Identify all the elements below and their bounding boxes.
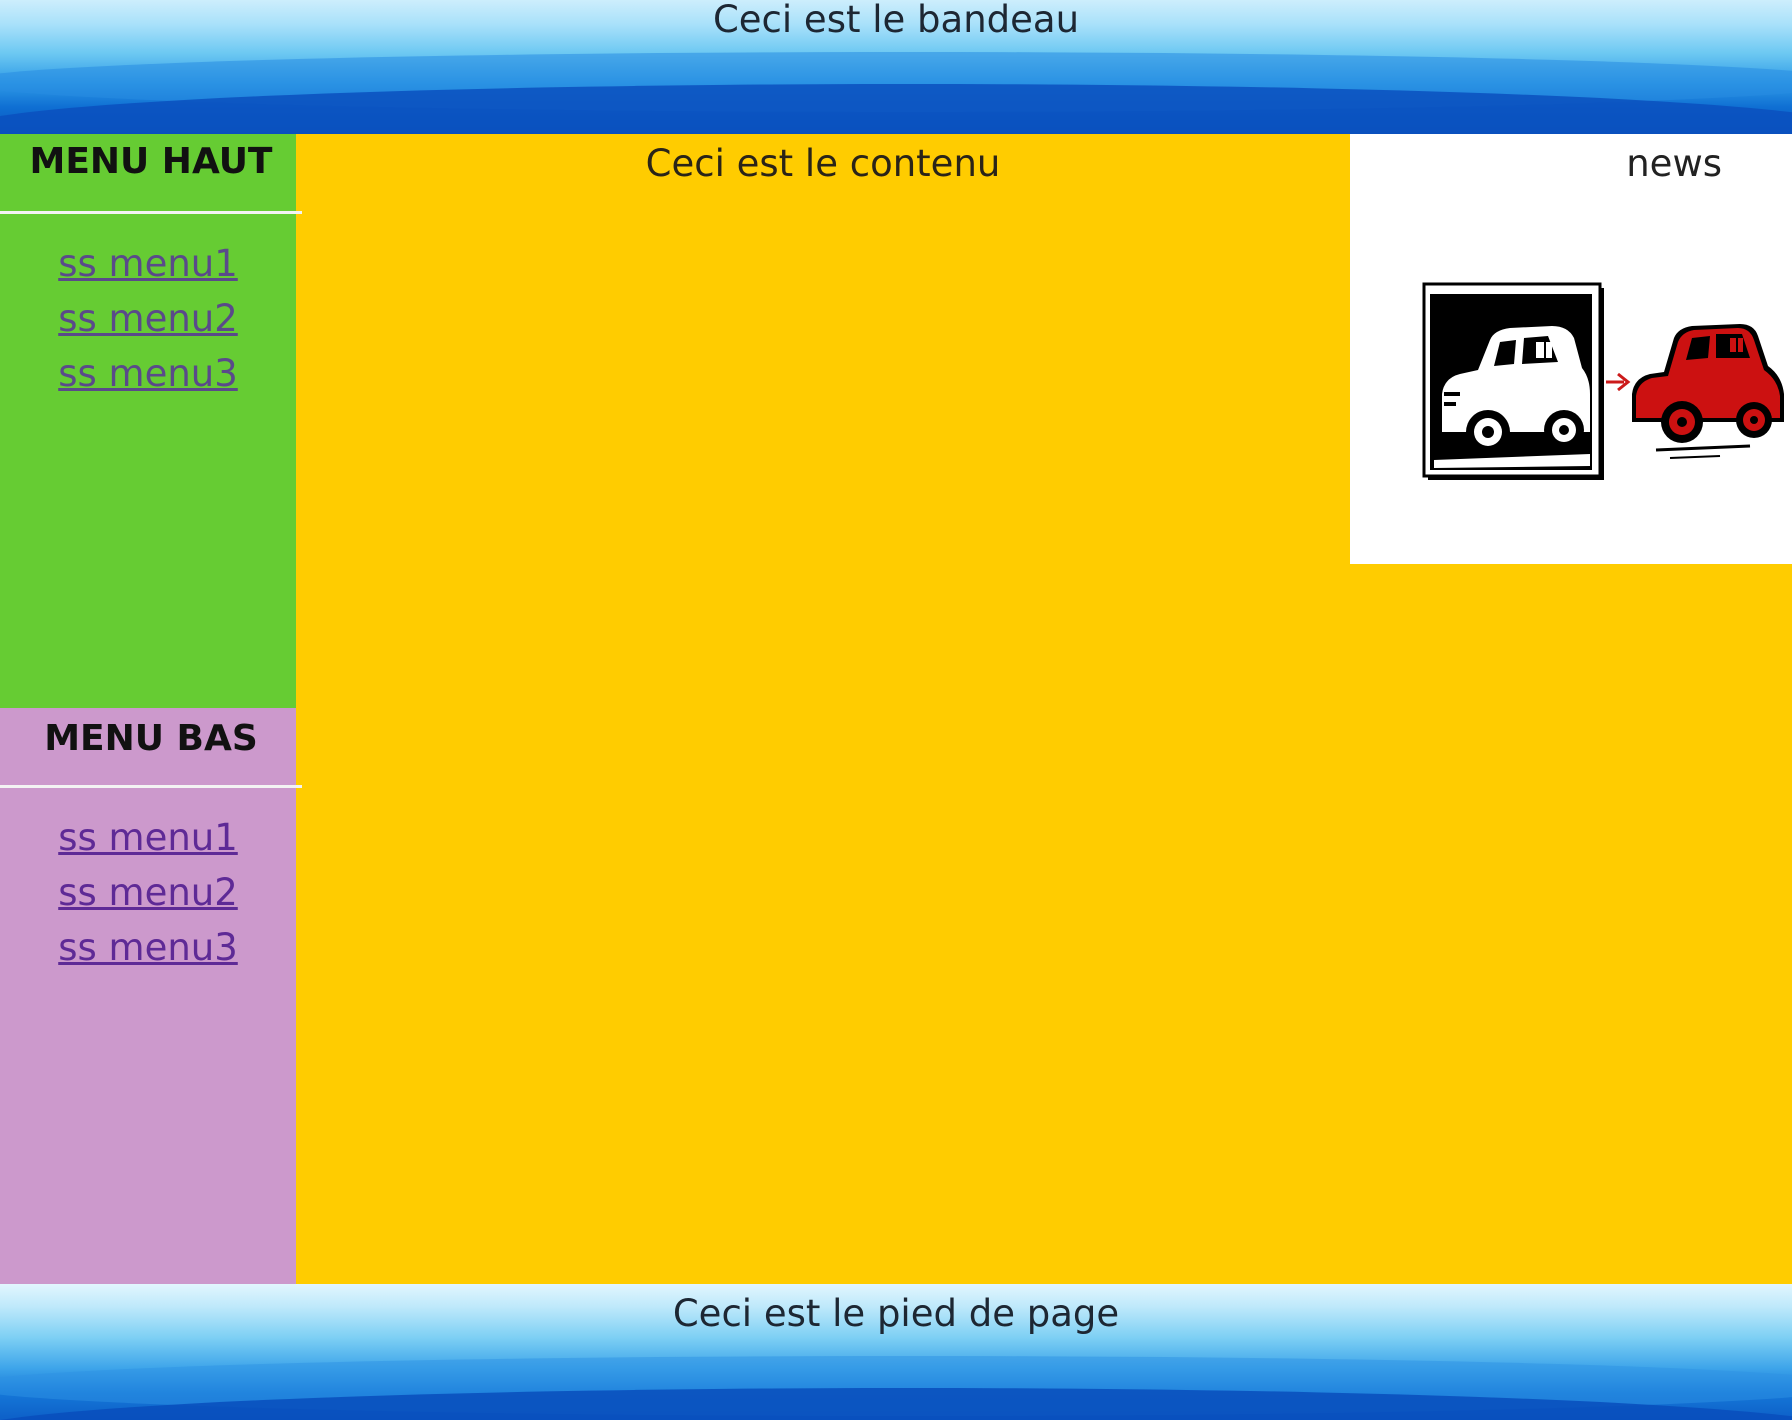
menu-bas-list: ss menu1 ss menu2 ss menu3 <box>0 788 296 975</box>
menu-bas-link-1[interactable]: ss menu1 <box>58 816 238 859</box>
news-title: news <box>1626 142 1722 185</box>
menu-haut-item: ss menu3 <box>0 346 296 401</box>
arrow-right-icon <box>1606 372 1631 392</box>
menu-bas-item: ss menu1 <box>0 810 296 865</box>
header-banner: Ceci est le bandeau <box>0 0 1792 134</box>
menu-bas: MENU BAS ss menu1 ss menu2 ss menu3 <box>0 708 302 1284</box>
menu-haut-link-3[interactable]: ss menu3 <box>58 352 238 395</box>
footer-title: Ceci est le pied de page <box>672 1292 1120 1335</box>
menu-bas-link-3[interactable]: ss menu3 <box>58 926 238 969</box>
menu-haut-heading: MENU HAUT <box>0 134 302 214</box>
menu-haut-item: ss menu2 <box>0 291 296 346</box>
menu-haut-item: ss menu1 <box>0 236 296 291</box>
framed-car-icon <box>1422 282 1604 480</box>
footer-bottom-edge <box>0 1420 1792 1424</box>
banner-title: Ceci est le bandeau <box>712 0 1080 41</box>
menu-bas-item: ss menu2 <box>0 865 296 920</box>
menu-bas-item: ss menu3 <box>0 920 296 975</box>
vintage-car-transform-icon <box>1422 282 1784 480</box>
menu-bas-link-2[interactable]: ss menu2 <box>58 871 238 914</box>
news-box: news <box>1350 134 1792 564</box>
menu-haut: MENU HAUT ss menu1 ss menu2 ss menu3 <box>0 134 302 708</box>
red-car-icon <box>1632 324 1784 459</box>
menu-haut-link-1[interactable]: ss menu1 <box>58 242 238 285</box>
menu-haut-link-2[interactable]: ss menu2 <box>58 297 238 340</box>
page: Ceci est le bandeau Ceci est le contenu … <box>0 0 1792 1424</box>
footer: Ceci est le pied de page <box>0 1284 1792 1424</box>
content-title: Ceci est le contenu <box>645 142 1001 185</box>
menu-bas-heading: MENU BAS <box>0 708 302 788</box>
menu-haut-list: ss menu1 ss menu2 ss menu3 <box>0 214 296 401</box>
